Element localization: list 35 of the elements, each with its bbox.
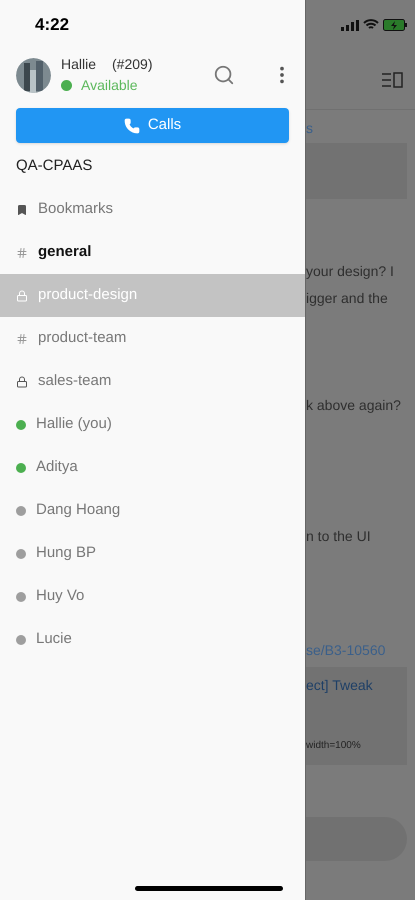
sidebar-item[interactable]: Lucie <box>0 618 305 661</box>
battery-icon <box>383 19 407 31</box>
preview-title: ect] Tweak <box>306 676 374 695</box>
sidebar-item[interactable]: Aditya <box>0 446 305 489</box>
sidebar-item[interactable]: general <box>0 231 305 274</box>
message-input[interactable] <box>306 817 407 861</box>
user-number: (#209) <box>112 55 152 74</box>
lock-icon <box>16 290 28 302</box>
sidebar-item[interactable]: Hung BP <box>0 532 305 575</box>
sidebar-item[interactable]: product-team <box>0 317 305 360</box>
hash-icon <box>16 246 28 258</box>
hash-icon <box>16 332 28 344</box>
user-name: Hallie <box>61 55 96 74</box>
calls-button[interactable]: Calls <box>16 108 289 143</box>
sidebar-item[interactable]: sales-team <box>0 360 305 403</box>
message-text: n to the UI <box>306 527 372 546</box>
sidebar-item[interactable]: Bookmarks <box>0 188 305 231</box>
sidebar-item[interactable]: Dang Hoang <box>0 489 305 532</box>
message-text: igger and the <box>306 289 389 308</box>
avatar <box>16 58 51 92</box>
workspace-title: QA-CPAAS <box>16 156 92 176</box>
sidebar-item[interactable]: Hallie (you) <box>0 403 305 446</box>
bookmark-icon <box>16 204 28 216</box>
presence-status: Available <box>81 76 138 95</box>
message-text: your design? I <box>306 262 395 281</box>
panel-icon[interactable] <box>381 72 403 88</box>
search-icon[interactable] <box>213 64 235 86</box>
sidebar-item[interactable]: Huy Vo <box>0 575 305 618</box>
lock-icon <box>16 376 28 388</box>
message-text: k above again? <box>306 396 402 415</box>
signal-icon <box>341 20 359 30</box>
status-time: 4:22 <box>35 14 70 36</box>
phone-icon <box>124 118 140 134</box>
preview-text: width=100% <box>306 739 362 753</box>
wifi-icon <box>363 19 379 31</box>
